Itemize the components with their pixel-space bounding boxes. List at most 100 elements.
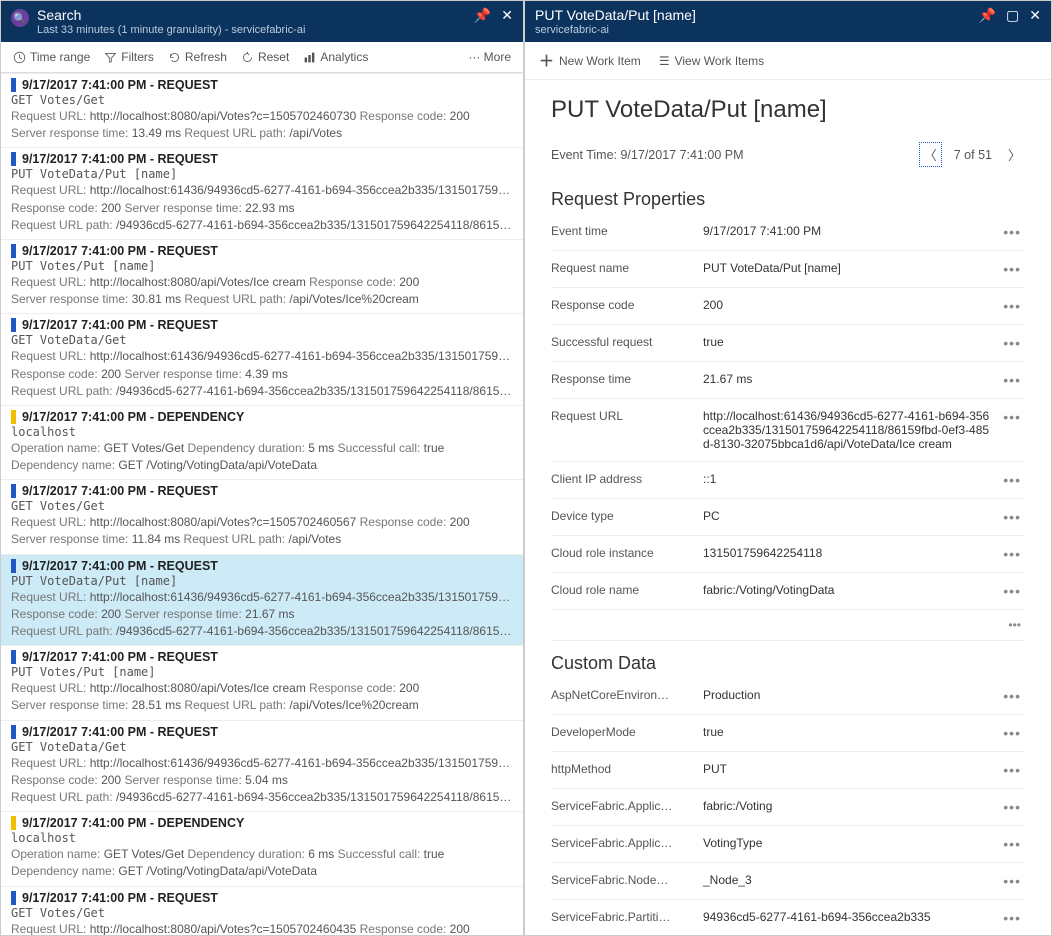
- filters-button[interactable]: Filters: [104, 50, 154, 64]
- property-more-button[interactable]: •••: [1003, 583, 1025, 599]
- event-detail-line: Response code: 200 Server response time:…: [11, 200, 513, 216]
- property-row: Request URL http://localhost:61436/94936c…: [551, 399, 1025, 462]
- property-more-button[interactable]: •••: [1003, 409, 1025, 425]
- more-properties-button[interactable]: •••: [551, 610, 1025, 641]
- event-detail-line: Dependency name: GET /Voting/VotingData/…: [11, 457, 513, 473]
- property-value: Production: [703, 688, 991, 702]
- pin-icon[interactable]: 📌: [474, 7, 491, 24]
- event-sub: localhost: [11, 831, 513, 845]
- event-list[interactable]: 9/17/2017 7:41:00 PM - REQUEST GET Votes/…: [1, 73, 523, 935]
- property-more-button[interactable]: •••: [1003, 873, 1025, 889]
- close-icon[interactable]: ✕: [1029, 7, 1041, 24]
- event-heading: 9/17/2017 7:41:00 PM - REQUEST: [22, 318, 218, 332]
- pager-prev-button[interactable]: 〈: [919, 142, 942, 167]
- property-key: Request name: [551, 261, 691, 275]
- detail-toolbar: ＋New Work Item ☰View Work Items: [525, 42, 1051, 80]
- property-row: Device typePC•••: [551, 499, 1025, 536]
- event-detail-line: Request URL: http://localhost:8080/api/V…: [11, 680, 513, 696]
- property-row: Client IP address::1•••: [551, 462, 1025, 499]
- event-item[interactable]: 9/17/2017 7:41:00 PM - REQUESTPUT VoteDa…: [1, 147, 523, 239]
- property-value: PUT: [703, 762, 991, 776]
- request-properties-heading: Request Properties: [551, 189, 1025, 210]
- event-type-bar: [11, 891, 16, 905]
- property-key: ServiceFabric.Node…: [551, 873, 691, 887]
- event-sub: GET Votes/Get: [11, 499, 513, 513]
- event-detail-line: Response code: 200 Server response time:…: [11, 366, 513, 382]
- property-row: ServiceFabric.Applic…VotingType•••: [551, 826, 1025, 863]
- event-heading: 9/17/2017 7:41:00 PM - REQUEST: [22, 244, 218, 258]
- event-detail-line: Server response time: 28.51 ms Request U…: [11, 697, 513, 713]
- property-row: Response code 200 •••: [551, 288, 1025, 325]
- property-more-button[interactable]: •••: [1003, 261, 1025, 277]
- event-detail-line: Response code: 200 Server response time:…: [11, 606, 513, 622]
- property-more-button[interactable]: •••: [1003, 910, 1025, 926]
- search-header: 🔍 Search Last 33 minutes (1 minute granu…: [1, 1, 523, 42]
- event-item[interactable]: 9/17/2017 7:41:00 PM - DEPENDENCYlocalho…: [1, 405, 523, 479]
- property-more-button[interactable]: •••: [1003, 688, 1025, 704]
- reset-button[interactable]: Reset: [241, 50, 289, 64]
- event-heading: 9/17/2017 7:41:00 PM - REQUEST: [22, 78, 218, 92]
- new-work-item-button[interactable]: ＋New Work Item: [539, 50, 641, 71]
- event-detail-line: Server response time: 11.84 ms Request U…: [11, 531, 513, 547]
- close-icon[interactable]: ✕: [501, 7, 513, 24]
- event-item[interactable]: 9/17/2017 7:41:00 PM - REQUESTGET VoteDa…: [1, 313, 523, 405]
- event-detail-line: Request URL: http://localhost:8080/api/V…: [11, 921, 513, 936]
- event-item[interactable]: 9/17/2017 7:41:00 PM - REQUESTPUT VoteDa…: [1, 554, 523, 646]
- property-more-button[interactable]: •••: [1003, 372, 1025, 388]
- property-key: Cloud role instance: [551, 546, 691, 560]
- event-detail-line: Server response time: 30.81 ms Request U…: [11, 291, 513, 307]
- detail-big-title: PUT VoteData/Put [name]: [551, 96, 1025, 124]
- event-detail-line: Response code: 200 Server response time:…: [11, 772, 513, 788]
- event-item[interactable]: 9/17/2017 7:41:00 PM - REQUESTPUT Votes/…: [1, 645, 523, 719]
- maximize-icon[interactable]: ▢: [1006, 7, 1019, 24]
- property-more-button[interactable]: •••: [1003, 799, 1025, 815]
- property-more-button[interactable]: •••: [1003, 335, 1025, 351]
- event-sub: localhost: [11, 425, 513, 439]
- property-value: 200: [703, 298, 991, 312]
- custom-data-table: AspNetCoreEnviron…Production•••Developer…: [551, 678, 1025, 935]
- event-item[interactable]: 9/17/2017 7:41:00 PM - REQUESTPUT Votes/…: [1, 239, 523, 313]
- search-toolbar: Time range Filters Refresh Reset Analyti…: [1, 42, 523, 73]
- event-heading: 9/17/2017 7:41:00 PM - DEPENDENCY: [22, 816, 244, 830]
- property-more-button[interactable]: •••: [1003, 298, 1025, 314]
- more-button[interactable]: ··· More: [468, 50, 511, 64]
- event-item[interactable]: 9/17/2017 7:41:00 PM - REQUESTGET Votes/…: [1, 479, 523, 553]
- property-more-button[interactable]: •••: [1003, 224, 1025, 240]
- property-more-button[interactable]: •••: [1003, 725, 1025, 741]
- search-title: Search: [37, 7, 474, 23]
- refresh-button[interactable]: Refresh: [168, 50, 227, 64]
- property-row: Cloud role namefabric:/Voting/VotingData…: [551, 573, 1025, 610]
- event-item[interactable]: 9/17/2017 7:41:00 PM - DEPENDENCYlocalho…: [1, 811, 523, 885]
- property-value: http://localhost:61436/94936cd5-6277-416…: [703, 409, 991, 451]
- property-more-button[interactable]: •••: [1003, 546, 1025, 562]
- event-item[interactable]: 9/17/2017 7:41:00 PM - REQUESTGET VoteDa…: [1, 720, 523, 812]
- pager-next-button[interactable]: 〉: [1004, 143, 1025, 166]
- pager-position: 7 of 51: [954, 148, 992, 162]
- event-item[interactable]: 9/17/2017 7:41:00 PM - REQUESTGET Votes/…: [1, 886, 523, 936]
- property-row: AspNetCoreEnviron…Production•••: [551, 678, 1025, 715]
- pin-icon[interactable]: 📌: [979, 7, 996, 24]
- event-type-bar: [11, 410, 16, 424]
- request-properties-table: Event time9/17/2017 7:41:00 PM•••Request…: [551, 214, 1025, 610]
- event-item[interactable]: 9/17/2017 7:41:00 PM - REQUESTGET Votes/…: [1, 73, 523, 147]
- property-more-button[interactable]: •••: [1003, 472, 1025, 488]
- event-type-bar: [11, 78, 16, 92]
- property-key: Request URL: [551, 409, 691, 423]
- event-detail-line: Request URL path: /94936cd5-6277-4161-b6…: [11, 623, 513, 639]
- property-key: Response code: [551, 298, 691, 312]
- property-more-button[interactable]: •••: [1003, 836, 1025, 852]
- property-value: fabric:/Voting: [703, 799, 991, 813]
- property-value: fabric:/Voting/VotingData: [703, 583, 991, 597]
- event-type-bar: [11, 559, 16, 573]
- property-more-button[interactable]: •••: [1003, 762, 1025, 778]
- search-pane: 🔍 Search Last 33 minutes (1 minute granu…: [1, 1, 525, 935]
- event-type-bar: [11, 152, 16, 166]
- event-detail-line: Request URL: http://localhost:61436/9493…: [11, 348, 513, 364]
- property-row: httpMethodPUT•••: [551, 752, 1025, 789]
- detail-header: PUT VoteData/Put [name] servicefabric-ai…: [525, 1, 1051, 42]
- list-icon: ☰: [659, 54, 670, 68]
- analytics-button[interactable]: Analytics: [303, 50, 368, 64]
- view-work-items-button[interactable]: ☰View Work Items: [659, 50, 764, 71]
- time-range-button[interactable]: Time range: [13, 50, 90, 64]
- property-more-button[interactable]: •••: [1003, 509, 1025, 525]
